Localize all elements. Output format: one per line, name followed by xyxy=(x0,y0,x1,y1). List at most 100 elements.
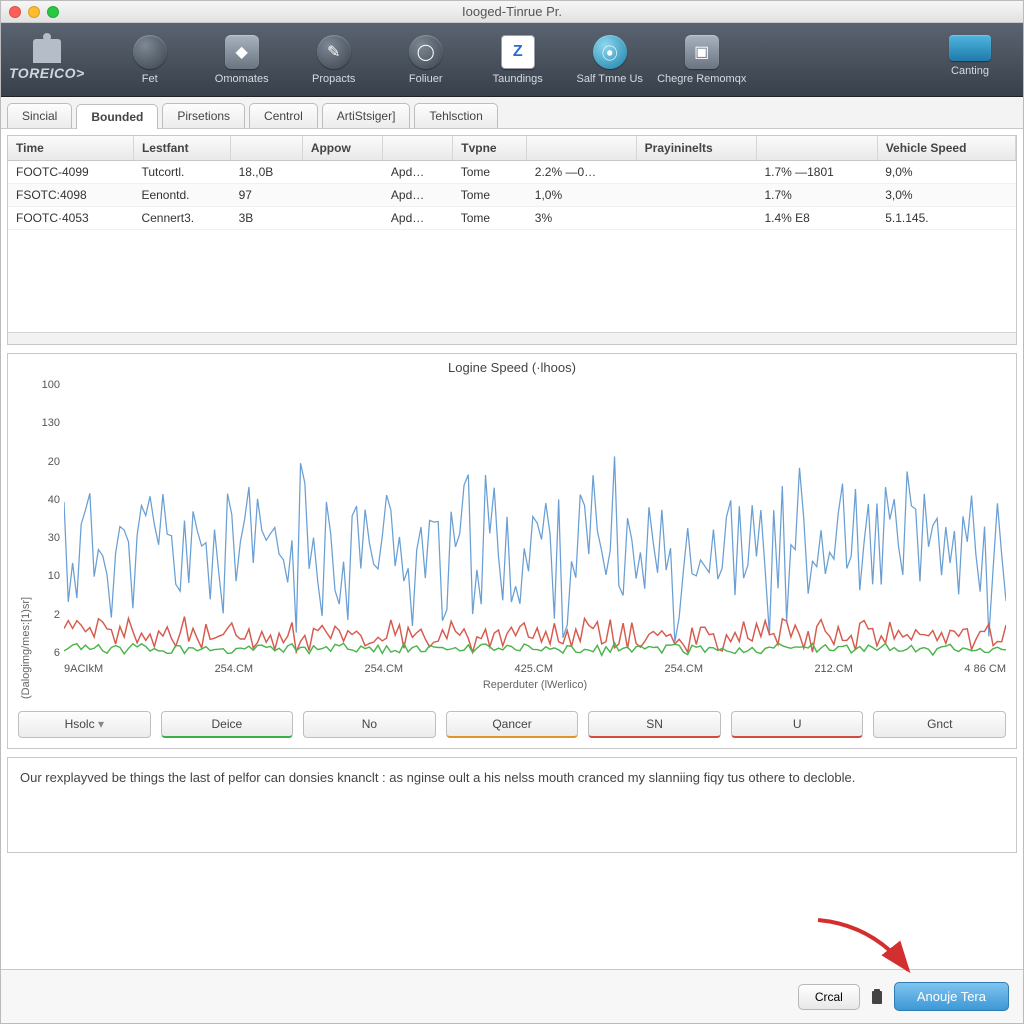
horizontal-scrollbar[interactable] xyxy=(8,332,1016,344)
table-cell xyxy=(302,184,383,207)
table-cell: 9,0% xyxy=(877,161,1015,184)
toolbar-icon-7 xyxy=(949,35,991,61)
table-cell: Tome xyxy=(453,207,527,230)
toolbar-item-1[interactable]: ◆Omomates xyxy=(197,35,287,85)
tab-5[interactable]: Tehlsction xyxy=(414,103,497,128)
chart-button-0[interactable]: Hsolc xyxy=(18,711,151,738)
column-header[interactable]: Time xyxy=(8,136,133,161)
footer-bar: Crcal Anouje Tera xyxy=(1,969,1023,1023)
column-header[interactable]: Lestfant xyxy=(133,136,230,161)
logo-text: TOREICO> xyxy=(9,65,85,81)
column-header[interactable]: Prayininelts xyxy=(636,136,756,161)
chart-plot-area: 9ACIkM254.CM254.CM425.CM254.CM212.CM4 86… xyxy=(64,379,1006,699)
toolbar-item-0[interactable]: Fet xyxy=(105,35,195,85)
tab-3[interactable]: Centrol xyxy=(249,103,318,128)
chart-button-4[interactable]: SN xyxy=(588,711,721,738)
table-cell: Tutcortl. xyxy=(133,161,230,184)
table-cell xyxy=(302,207,383,230)
tab-bar: SincialBoundedPirsetionsCentrolArtiStsig… xyxy=(1,97,1023,129)
table-cell: FOOTC-4099 xyxy=(8,161,133,184)
tab-1[interactable]: Bounded xyxy=(76,104,158,129)
toolbar-label: Foliuer xyxy=(409,73,443,85)
column-header[interactable] xyxy=(231,136,303,161)
table-cell: Tome xyxy=(453,184,527,207)
toolbar-item-4[interactable]: Z Taundings xyxy=(473,35,563,85)
toolbar-label: Fet xyxy=(142,73,158,85)
chart-button-5[interactable]: U xyxy=(731,711,864,738)
maximize-window-icon[interactable] xyxy=(47,6,59,18)
clipboard-icon[interactable] xyxy=(868,988,886,1006)
toolbar-item-5[interactable]: ⦿ Salf Tmne Us xyxy=(565,35,655,85)
message-panel: Our rexplayved be things the last of pel… xyxy=(7,757,1017,853)
primary-action-button[interactable]: Anouje Tera xyxy=(894,982,1009,1011)
chart-panel: Logine Speed (·lhoos) (Dalogimg/mes:[1)s… xyxy=(7,353,1017,749)
table-cell: 18.,0B xyxy=(231,161,303,184)
table-cell: Apd… xyxy=(383,184,453,207)
data-table: TimeLestfant Appow Tvpne Prayininelts Vehicl… xyxy=(8,136,1016,230)
table-cell: Cennert3. xyxy=(133,207,230,230)
title-bar: Iooged-Tinrue Pr. xyxy=(1,1,1023,23)
table-cell xyxy=(636,184,756,207)
column-header[interactable] xyxy=(383,136,453,161)
table-cell xyxy=(636,207,756,230)
toolbar-label: Salf Tmne Us xyxy=(576,73,642,85)
chart-button-3[interactable]: Qancer xyxy=(446,711,579,738)
cancel-button[interactable]: Crcal xyxy=(798,984,860,1010)
tab-4[interactable]: ArtiStsiger] xyxy=(322,103,411,128)
chart-title: Logine Speed (·lhoos) xyxy=(18,360,1006,375)
table-cell: 5.1.145. xyxy=(877,207,1015,230)
logo-icon xyxy=(33,39,61,63)
table-cell: Eenontd. xyxy=(133,184,230,207)
column-header[interactable]: Vehicle Speed xyxy=(877,136,1015,161)
column-header[interactable]: Appow xyxy=(302,136,383,161)
table-cell: 1.7% —1801 xyxy=(756,161,877,184)
toolbar-label: Chegre Remomqx xyxy=(657,73,746,85)
table-cell: 3,0% xyxy=(877,184,1015,207)
tab-0[interactable]: Sincial xyxy=(7,103,72,128)
toolbar-item-2[interactable]: ✎ Propacts xyxy=(289,35,379,85)
tab-2[interactable]: Pirsetions xyxy=(162,103,245,128)
table-cell: 3B xyxy=(231,207,303,230)
toolbar-label: Taundings xyxy=(493,73,543,85)
table-cell: FOOTC·4053 xyxy=(8,207,133,230)
column-header[interactable] xyxy=(756,136,877,161)
chart-y-axis: 1001302040301026 xyxy=(32,379,64,659)
chart-button-row: Hsolc Deice No Qancer SN U Gnct xyxy=(18,711,1006,738)
chart-button-2[interactable]: No xyxy=(303,711,436,738)
chart-svg xyxy=(64,379,1006,659)
minimize-window-icon[interactable] xyxy=(28,6,40,18)
toolbar-item-7[interactable]: Canting xyxy=(925,35,1015,85)
chart-button-1[interactable]: Deice xyxy=(161,711,294,738)
data-table-panel: TimeLestfant Appow Tvpne Prayininelts Vehicl… xyxy=(7,135,1017,345)
table-cell: 1.4% E8 xyxy=(756,207,877,230)
chart-series-green xyxy=(64,643,1006,655)
close-window-icon[interactable] xyxy=(9,6,21,18)
chart-button-6[interactable]: Gnct xyxy=(873,711,1006,738)
chart-x-axis: 9ACIkM254.CM254.CM425.CM254.CM212.CM4 86… xyxy=(64,663,1006,675)
table-cell: Apd… xyxy=(383,207,453,230)
table-row[interactable]: FSOTC:4098Eenontd.97Apd…Tome1,0%1.7%3,0% xyxy=(8,184,1016,207)
table-cell: FSOTC:4098 xyxy=(8,184,133,207)
chart-y-axis-label: (Dalogimg/mes:[1)sr] xyxy=(18,379,32,699)
toolbar-icon-5: ⦿ xyxy=(593,35,627,69)
column-header[interactable] xyxy=(527,136,636,161)
toolbar-label: Canting xyxy=(951,65,989,77)
toolbar-item-6[interactable]: ▣Chegre Remomqx xyxy=(657,35,747,85)
callout-arrow-icon xyxy=(813,915,923,985)
toolbar-icon-2: ✎ xyxy=(317,35,351,69)
table-row[interactable]: FOOTC-4099Tutcortl.18.,0BApd…Tome2.2% —0… xyxy=(8,161,1016,184)
toolbar-icon-4: Z xyxy=(501,35,535,69)
chart-series-blue xyxy=(64,456,1006,642)
toolbar-label: Propacts xyxy=(312,73,355,85)
toolbar-icon-3: ◯ xyxy=(409,35,443,69)
table-cell: 3% xyxy=(527,207,636,230)
toolbar-icon-0 xyxy=(133,35,167,69)
table-row[interactable]: FOOTC·4053Cennert3.3B Apd…Tome3% 1.4% E85.… xyxy=(8,207,1016,230)
toolbar-item-3[interactable]: ◯ Foliuer xyxy=(381,35,471,85)
table-cell: Tome xyxy=(453,161,527,184)
toolbar-label: Omomates xyxy=(215,73,269,85)
window-title: Iooged-Tinrue Pr. xyxy=(462,4,562,19)
column-header[interactable]: Tvpne xyxy=(453,136,527,161)
table-cell: 97 xyxy=(231,184,303,207)
app-logo: TOREICO> xyxy=(9,39,103,81)
